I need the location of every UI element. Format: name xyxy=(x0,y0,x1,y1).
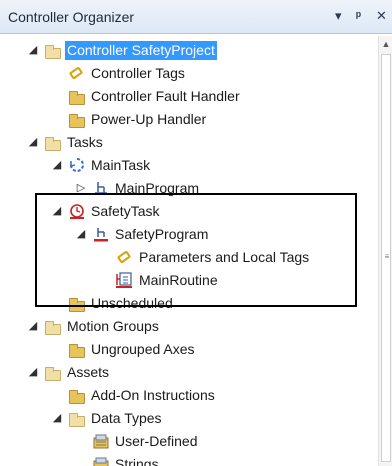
tag-icon xyxy=(68,65,86,81)
tree-item-label: Ungrouped Axes xyxy=(91,341,195,357)
folder-icon xyxy=(68,341,86,358)
tree-item-controller-fault-handler[interactable]: Controller Fault Handler xyxy=(0,85,378,108)
tree-item-label: Data Types xyxy=(91,410,162,426)
open-folder-icon xyxy=(44,134,62,151)
collapse-arrow-icon[interactable]: ◢ xyxy=(27,136,39,149)
organizer-header: Controller Organizer ▾ ᵖ ✕ xyxy=(0,0,392,34)
datatype-icon xyxy=(92,433,110,449)
open-folder-icon xyxy=(44,318,62,335)
tree-item-label: Tasks xyxy=(67,134,103,150)
tree-item-label: Motion Groups xyxy=(67,318,159,334)
continuous-task-icon xyxy=(68,157,86,173)
collapse-arrow-icon[interactable]: ◢ xyxy=(27,44,39,57)
scrollbar-grip-icon: ≡ xyxy=(384,252,390,261)
autohide-pin-icon[interactable]: ᵖ xyxy=(356,7,361,25)
tree-item-tasks[interactable]: ◢ Tasks xyxy=(0,131,378,154)
panel-title: Controller Organizer xyxy=(8,9,135,25)
tree-item-assets[interactable]: ◢ Assets xyxy=(0,361,378,384)
tree-item-label: Power-Up Handler xyxy=(91,111,207,127)
tree-item-maintask[interactable]: ◢ MainTask xyxy=(0,154,378,177)
tree-item-label: Strings xyxy=(115,456,159,466)
open-folder-icon xyxy=(44,364,62,381)
tree-item-ungrouped-axes[interactable]: Ungrouped Axes xyxy=(0,338,378,361)
collapse-arrow-icon[interactable]: ◢ xyxy=(27,320,39,333)
tree-item-label: MainTask xyxy=(91,157,151,173)
tree-item-label: Add-On Instructions xyxy=(91,387,215,403)
collapse-arrow-icon[interactable]: ◢ xyxy=(51,159,63,172)
annotation-highlight-box xyxy=(35,193,357,307)
collapse-arrow-icon[interactable]: ◢ xyxy=(27,366,39,379)
folder-icon xyxy=(68,88,86,105)
tree-item-label: Controller SafetyProject xyxy=(65,41,217,60)
tree-item-data-types[interactable]: ◢ Data Types xyxy=(0,407,378,430)
vertical-scrollbar[interactable]: ▲ ≡ xyxy=(378,36,392,466)
tree-item-controller-safetyproject[interactable]: ◢ Controller SafetyProject xyxy=(0,39,378,62)
tree-item-label: Controller Tags xyxy=(91,65,185,81)
controller-folder-icon xyxy=(44,42,62,59)
collapse-arrow-icon[interactable]: ◢ xyxy=(51,412,63,425)
tree-item-label: Controller Fault Handler xyxy=(91,88,240,104)
scroll-up-arrow-icon[interactable]: ▲ xyxy=(379,36,392,52)
window-position-dropdown-icon[interactable]: ▾ xyxy=(335,7,342,25)
tree-item-label: Assets xyxy=(67,364,110,380)
folder-icon xyxy=(68,111,86,128)
open-folder-icon xyxy=(68,410,86,427)
tree-item-add-on-instructions[interactable]: Add-On Instructions xyxy=(0,384,378,407)
tree-item-motion-groups[interactable]: ◢ Motion Groups xyxy=(0,315,378,338)
tree-item-label: User-Defined xyxy=(115,433,198,449)
close-icon[interactable]: ✕ xyxy=(376,7,387,25)
folder-icon xyxy=(68,387,86,404)
datatype-icon xyxy=(92,456,110,466)
tree-item-controller-tags[interactable]: Controller Tags xyxy=(0,62,378,85)
scrollbar-thumb[interactable]: ≡ xyxy=(381,54,391,462)
tree-item-strings[interactable]: Strings xyxy=(0,453,378,466)
tree-item-user-defined[interactable]: User-Defined xyxy=(0,430,378,453)
tree-item-power-up-handler[interactable]: Power-Up Handler xyxy=(0,108,378,131)
